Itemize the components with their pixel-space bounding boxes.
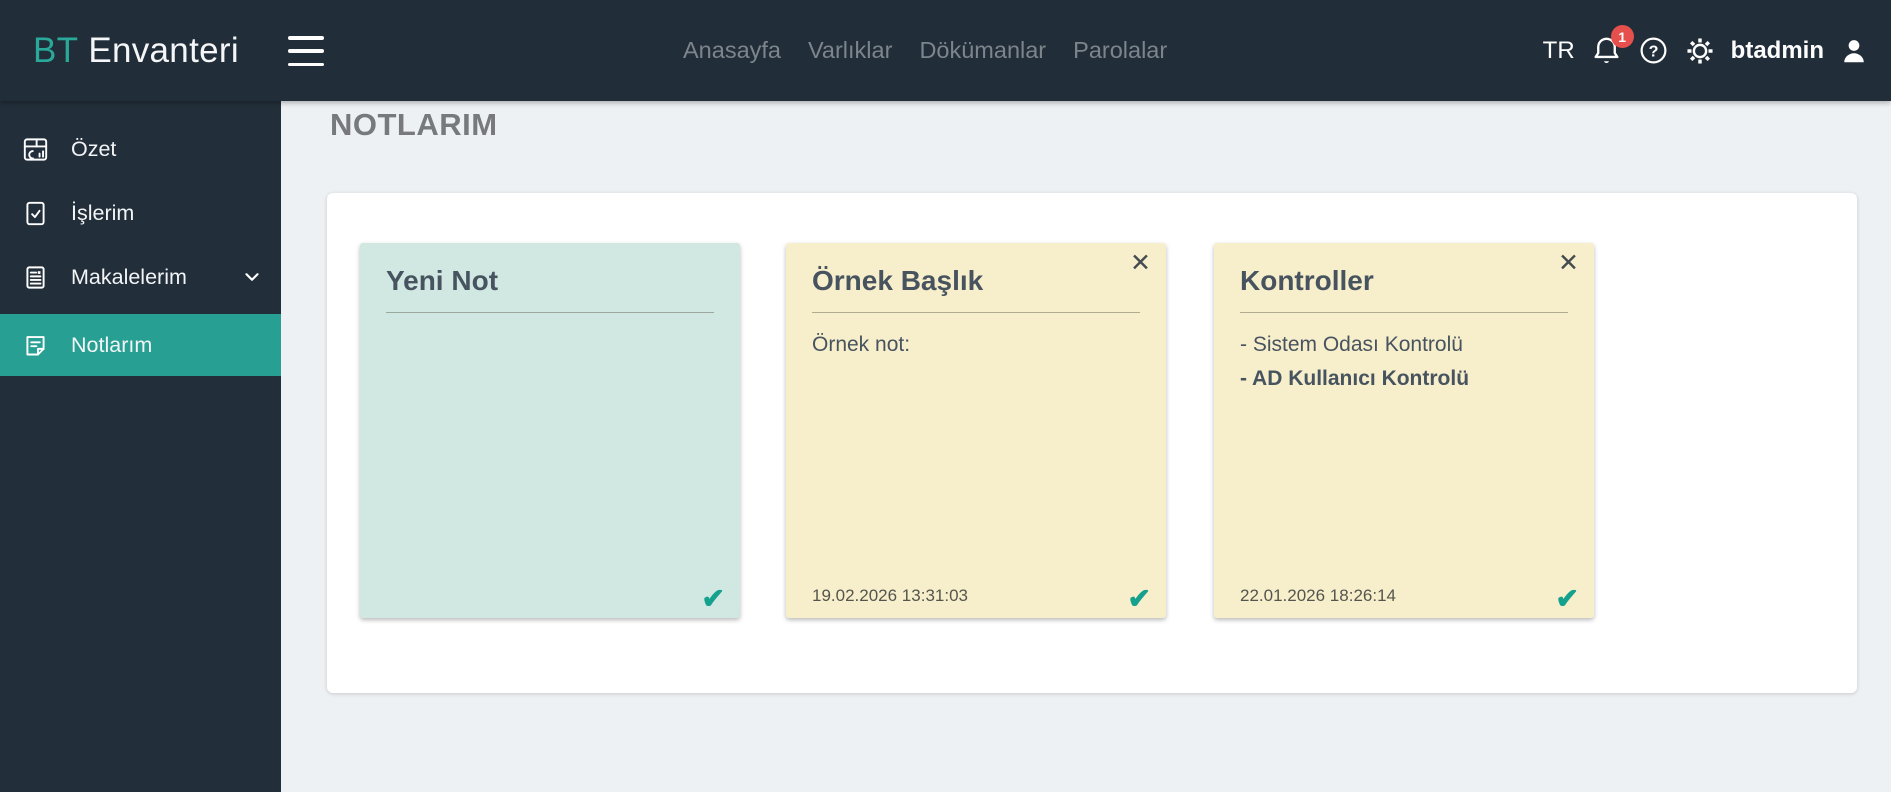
sidebar-item-notlarim[interactable]: Notlarım (0, 314, 281, 376)
note-icon (22, 332, 49, 359)
username-label: btadmin (1730, 36, 1824, 64)
sidebar-item-label: İşlerim (71, 200, 135, 225)
nav-link-dokumanlar[interactable]: Dökümanlar (919, 37, 1046, 64)
main-content: NOTLARIM Yeni Not ✔ ✕ Örnek Başlık Örnek… (281, 101, 1891, 792)
sidebar-item-makalelerim[interactable]: Makalelerim (0, 245, 281, 309)
topbar: BT Envanteri Anasayfa Varlıklar Dökümanl… (0, 0, 1891, 101)
gear-icon (1684, 35, 1716, 67)
help-icon: ? (1638, 35, 1669, 66)
settings-button[interactable] (1684, 35, 1716, 67)
note-title-field[interactable]: Örnek Başlık (812, 265, 1140, 313)
note-card-yeni-not: Yeni Not ✔ (360, 243, 740, 618)
note-card-ornek-baslik: ✕ Örnek Başlık Örnek not: 19.02.2026 13:… (786, 243, 1166, 618)
language-selector[interactable]: TR (1543, 37, 1575, 65)
app-logo[interactable]: BT Envanteri (33, 0, 239, 101)
sidebar-item-label: Özet (71, 136, 117, 161)
article-icon (22, 264, 49, 291)
note-body-field[interactable]: - Sistem Odası Kontrolü - AD Kullanıcı K… (1240, 328, 1568, 396)
note-body-line: - AD Kullanıcı Kontrolü (1240, 367, 1470, 390)
check-icon[interactable]: ✔ (1128, 585, 1151, 613)
note-timestamp: 19.02.2026 13:31:03 (812, 586, 968, 605)
note-card-kontroller: ✕ Kontroller - Sistem Odası Kontrolü - A… (1214, 243, 1594, 618)
user-menu-button[interactable] (1839, 36, 1869, 66)
svg-text:?: ? (1648, 42, 1658, 60)
nav-link-anasayfa[interactable]: Anasayfa (683, 37, 781, 64)
app-logo-name: Envanteri (88, 30, 239, 70)
person-icon (1839, 36, 1869, 66)
sidebar-item-label: Makalelerim (71, 264, 187, 289)
nav-link-parolalar[interactable]: Parolalar (1073, 37, 1167, 64)
sidebar-item-islerim[interactable]: İşlerim (0, 181, 281, 245)
close-icon[interactable]: ✕ (1130, 251, 1151, 276)
note-title-field[interactable]: Kontroller (1240, 265, 1568, 313)
note-title-field[interactable]: Yeni Not (386, 265, 714, 313)
sidebar-item-label: Notlarım (71, 332, 153, 357)
check-icon[interactable]: ✔ (1556, 585, 1579, 613)
sidebar-item-ozet[interactable]: Özet (0, 117, 281, 181)
summary-icon (22, 136, 49, 163)
check-icon[interactable]: ✔ (702, 585, 725, 613)
top-navigation: Anasayfa Varlıklar Dökümanlar Parolalar (683, 0, 1167, 101)
app-logo-prefix: BT (33, 30, 79, 70)
hamburger-menu-icon[interactable] (288, 36, 324, 66)
task-check-icon (22, 200, 49, 227)
note-body-field[interactable]: Örnek not: (812, 328, 1140, 362)
notification-count-badge: 1 (1610, 25, 1634, 48)
nav-link-varliklar[interactable]: Varlıklar (808, 37, 892, 64)
notes-panel: Yeni Not ✔ ✕ Örnek Başlık Örnek not: 19.… (327, 193, 1857, 693)
close-icon[interactable]: ✕ (1558, 251, 1579, 276)
help-button[interactable]: ? (1638, 35, 1669, 66)
note-body-line: - Sistem Odası Kontrolü (1240, 333, 1463, 356)
page-title: NOTLARIM (330, 107, 498, 142)
note-timestamp: 22.01.2026 18:26:14 (1240, 586, 1396, 605)
sidebar: Özet İşlerim Makalelerim Notlarım (0, 101, 281, 792)
note-body-line: Örnek not: (812, 333, 911, 356)
notifications-button[interactable]: 1 (1590, 25, 1634, 67)
topbar-right-cluster: TR 1 ? btadmin (1543, 0, 1869, 101)
chevron-down-icon[interactable] (241, 266, 263, 288)
